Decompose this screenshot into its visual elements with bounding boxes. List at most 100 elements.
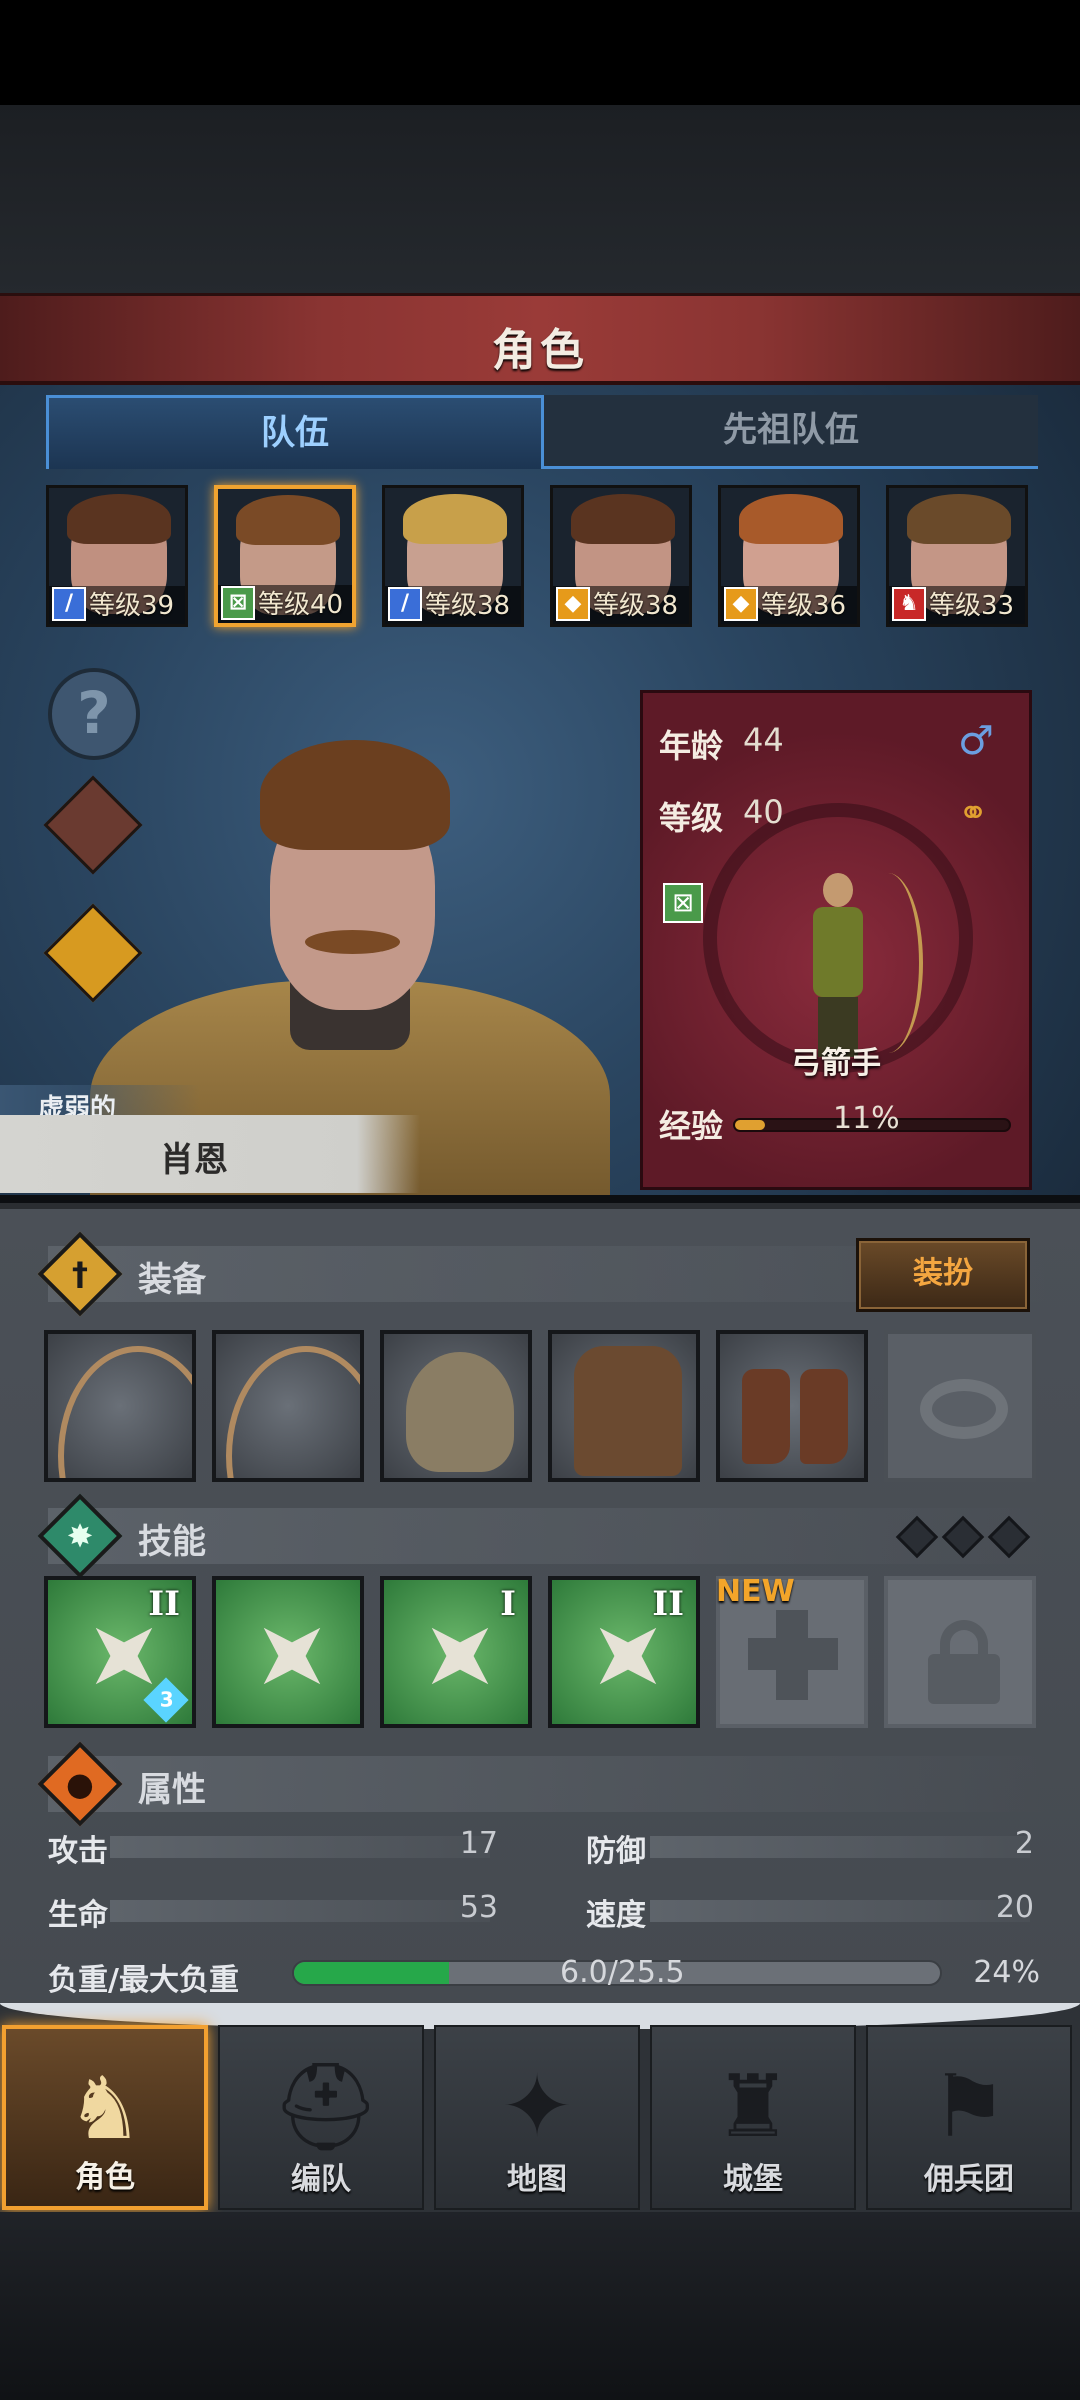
shield-icon: ◆	[556, 587, 590, 621]
gem-badge: 3	[143, 1677, 189, 1723]
male-icon: ♂	[958, 718, 994, 764]
roster-portrait-3[interactable]: / 等级38	[382, 485, 524, 627]
archer-figure	[793, 873, 923, 1063]
dress-up-button[interactable]: 装扮	[856, 1238, 1030, 1312]
hood-icon	[406, 1352, 514, 1472]
portrait-hair	[403, 494, 507, 544]
mustache-art	[305, 930, 400, 954]
new-badge: NEW	[716, 1574, 795, 1609]
load-label: 负重/最大负重	[48, 1963, 239, 1998]
equip-slot-body[interactable]	[548, 1330, 700, 1482]
roster-portrait-6[interactable]: ♞ 等级33	[886, 485, 1028, 627]
bow-icon	[226, 1346, 360, 1478]
skill-slot-4[interactable]: II	[548, 1576, 700, 1728]
attributes-title: 属性	[138, 1770, 206, 1810]
nav-2[interactable]: ⛑ 编队	[218, 2025, 424, 2210]
portrait-hair	[571, 494, 675, 544]
tab-ancestor-party[interactable]: 先祖队伍	[544, 395, 1038, 469]
equip-slot-feet[interactable]	[716, 1330, 868, 1482]
nav-label: 角色	[75, 2160, 135, 2195]
roster-portrait-5[interactable]: ◆ 等级36	[718, 485, 860, 627]
compass-map-icon: ✦	[500, 2057, 574, 2157]
bow-icon: ⊠	[221, 586, 255, 620]
archer-body	[813, 907, 863, 997]
cross-icon-bar	[748, 1638, 838, 1670]
skill-tier: II	[652, 1584, 684, 1624]
coat-icon	[574, 1346, 682, 1476]
xp-bar-fill	[735, 1120, 766, 1130]
roster-portrait-1[interactable]: / 等级39	[46, 485, 188, 627]
hero-info-card: 年龄 44 ♂ 等级 40 ⚭ ⊠ 弓箭手 经验 11%	[640, 690, 1032, 1190]
banner-icon: ⚑	[930, 2057, 1008, 2157]
castle-icon: ♜	[714, 2057, 792, 2157]
defense-value: 2	[1014, 1826, 1034, 1861]
speed-value: 20	[995, 1890, 1034, 1925]
defense-label: 防御	[586, 1834, 646, 1869]
nav-4[interactable]: ♜ 城堡	[650, 2025, 856, 2210]
speed-label: 速度	[586, 1898, 646, 1933]
nav-1[interactable]: ♞ 角色	[2, 2025, 208, 2210]
hair-art	[260, 740, 450, 850]
nav-label: 城堡	[723, 2162, 783, 2197]
nav-label: 佣兵团	[924, 2162, 1014, 2197]
roster-level: 等级36	[761, 591, 847, 621]
boots-icon	[742, 1369, 790, 1464]
archer-head	[823, 873, 853, 907]
nav-3[interactable]: ✦ 地图	[434, 2025, 640, 2210]
hp-value: 53	[459, 1890, 498, 1925]
equipment-title: 装备	[138, 1260, 206, 1300]
age-label: 年龄	[659, 727, 724, 765]
top-backdrop	[0, 105, 1080, 295]
lock-icon	[928, 1620, 1000, 1704]
bow-art	[853, 873, 923, 1053]
class-name: 弓箭手	[791, 1046, 881, 1081]
arrow-strike-icon	[235, 1599, 348, 1712]
status-bar-area	[0, 0, 1080, 105]
equip-slot-weapon[interactable]	[44, 1330, 196, 1482]
level-label: 等级	[659, 799, 724, 837]
skill-slot-2[interactable]	[212, 1576, 364, 1728]
sword-icon: /	[388, 587, 422, 621]
page-title: 角色	[492, 325, 588, 376]
rings-icon[interactable]: ⚭	[958, 793, 988, 834]
equip-slot-offhand[interactable]	[212, 1330, 364, 1482]
hero-name: 肖恩	[160, 1140, 228, 1180]
equip-slot-head[interactable]	[380, 1330, 532, 1482]
load-bar-fill	[294, 1962, 450, 1984]
level-value: 40	[743, 793, 784, 831]
horse-icon: ♞	[892, 587, 926, 621]
roster-level: 等级40	[258, 590, 344, 620]
roster-level: 等级38	[425, 591, 511, 621]
skill-slot-locked[interactable]	[884, 1576, 1036, 1728]
skill-tier: I	[500, 1584, 516, 1624]
bottom-backdrop	[0, 2212, 1080, 2400]
roster-portrait-2[interactable]: ⊠ 等级40	[214, 485, 356, 627]
gem-count: 3	[159, 1687, 174, 1712]
ring-icon	[920, 1379, 1008, 1439]
helmet-icon: ⛑	[271, 2057, 381, 2157]
hp-label: 生命	[48, 1898, 108, 1933]
nav-label: 编队	[291, 2162, 351, 2197]
nav-5[interactable]: ⚑ 佣兵团	[866, 2025, 1072, 2210]
page-header: 角色	[0, 293, 1080, 385]
skill-slot-3[interactable]: I	[380, 1576, 532, 1728]
skill-tier: II	[148, 1584, 180, 1624]
attack-value: 17	[459, 1826, 498, 1861]
xp-percent: 11%	[833, 1101, 900, 1136]
portrait-hair	[739, 494, 843, 544]
roster-level: 等级33	[929, 591, 1015, 621]
load-value: 6.0/25.5	[560, 1955, 685, 1990]
equip-slot-ring[interactable]	[884, 1330, 1036, 1482]
tab-party[interactable]: 队伍	[46, 395, 544, 469]
portrait-hair	[907, 494, 1011, 544]
skills-title: 技能	[138, 1522, 206, 1562]
nav-label: 地图	[507, 2162, 567, 2197]
roster-level: 等级38	[593, 591, 679, 621]
age-value: 44	[743, 721, 784, 759]
load-percent: 24%	[973, 1955, 1040, 1990]
attack-label: 攻击	[48, 1834, 108, 1869]
bow-icon	[58, 1346, 192, 1478]
roster-portrait-4[interactable]: ◆ 等级38	[550, 485, 692, 627]
knight-icon: ♞	[66, 2059, 144, 2159]
skill-slot-1[interactable]: II 3	[44, 1576, 196, 1728]
